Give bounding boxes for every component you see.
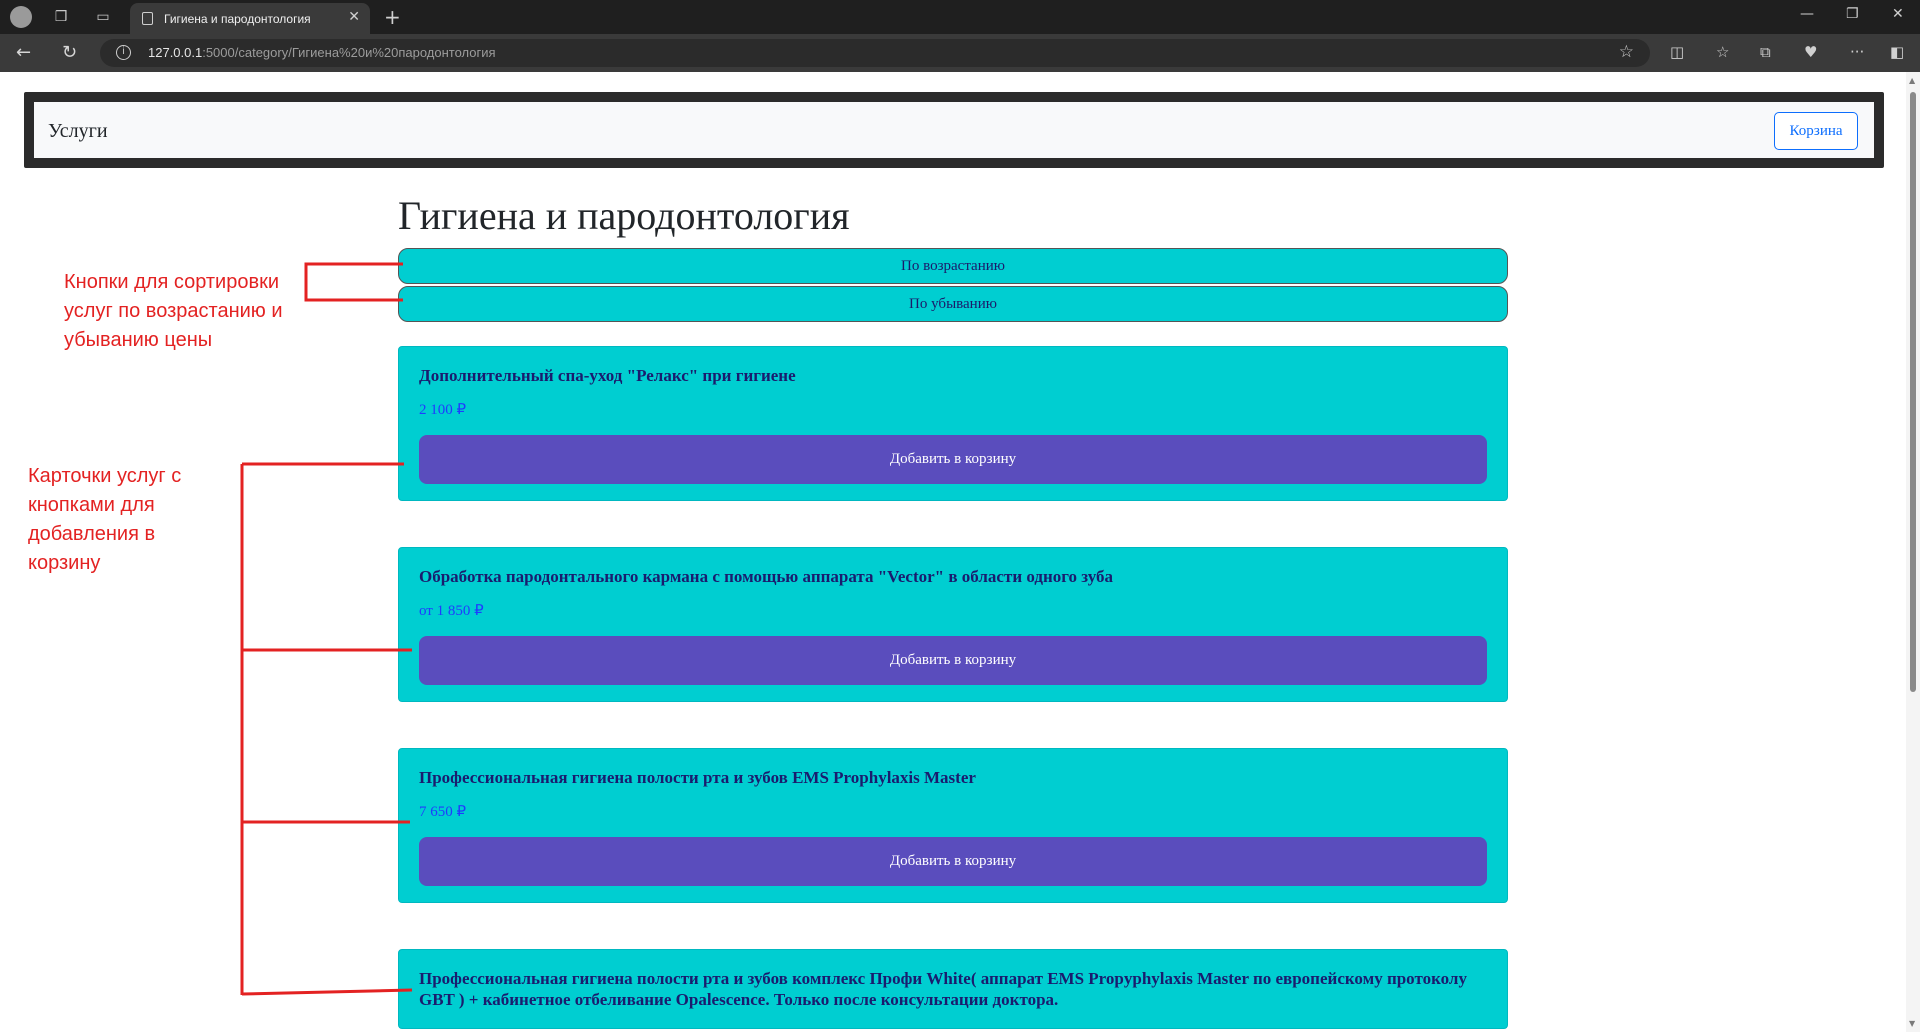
add-to-cart-button[interactable]: Добавить в корзину: [419, 636, 1487, 685]
extensions-icon[interactable]: ♥: [1804, 43, 1817, 61]
service-price: 2 100 ₽: [419, 402, 467, 418]
close-tab-icon[interactable]: ✕: [348, 9, 360, 25]
service-price: от 1 850 ₽: [419, 603, 484, 619]
main-content: Гигиена и пародонтология По возрастанию …: [398, 190, 1508, 1029]
service-name: Обработка пародонтального кармана с помо…: [419, 567, 1114, 586]
workspaces-icon[interactable]: ❒: [50, 6, 72, 28]
close-window-icon[interactable]: ✕: [1892, 6, 1904, 22]
favorites-icon[interactable]: ☆: [1716, 43, 1729, 61]
browser-tab-bar: ❒ ▭ Гигиена и пародонтология ✕ + — ❐ ✕: [0, 0, 1920, 34]
sort-descending-button[interactable]: По убыванию: [398, 286, 1508, 322]
site-navbar: Услуги Корзина: [24, 92, 1884, 168]
service-name: Профессиональная гигиена полости рта и з…: [419, 969, 1467, 1009]
service-card: Профессиональная гигиена полости рта и з…: [398, 949, 1508, 1029]
restore-icon[interactable]: ❐: [1846, 6, 1859, 22]
service-name: Профессиональная гигиена полости рта и з…: [419, 768, 976, 787]
reload-icon[interactable]: ↻: [62, 42, 77, 63]
page-title: Гигиена и пародонтология: [398, 193, 850, 238]
more-menu-icon[interactable]: ···: [1850, 43, 1864, 61]
browser-tab-active[interactable]: Гигиена и пародонтология ✕: [130, 3, 370, 34]
add-to-cart-button[interactable]: Добавить в корзину: [419, 435, 1487, 484]
minimize-icon[interactable]: —: [1800, 6, 1814, 22]
url-field[interactable]: i 127.0.0.1:5000/category/Гигиена%20и%20…: [100, 39, 1650, 67]
sidebar-icon[interactable]: ◧: [1890, 43, 1904, 61]
new-tab-icon[interactable]: +: [384, 5, 401, 29]
scrollbar[interactable]: ▲ ▼: [1906, 72, 1920, 1032]
split-screen-icon[interactable]: ◫: [1670, 43, 1684, 61]
sort-ascending-button[interactable]: По возрастанию: [398, 248, 1508, 284]
profile-icon[interactable]: [10, 6, 32, 28]
service-name: Дополнительный спа-уход "Релакс" при гиг…: [419, 366, 796, 385]
sort-annotation: Кнопки для сортировки услуг по возрастан…: [64, 271, 283, 351]
cart-button[interactable]: Корзина: [1774, 112, 1858, 150]
scrollbar-thumb[interactable]: [1910, 92, 1916, 692]
tab-title: Гигиена и пародонтология: [164, 11, 311, 26]
cards-annotation: Карточки услуг с кнопками для добавления…: [28, 465, 182, 574]
page-icon: [142, 12, 153, 25]
scroll-up-icon[interactable]: ▲: [1909, 76, 1915, 85]
collections-icon[interactable]: ⧉: [1760, 43, 1771, 61]
service-card: Дополнительный спа-уход "Релакс" при гиг…: [398, 346, 1508, 501]
scroll-down-icon[interactable]: ▼: [1909, 1019, 1915, 1028]
service-card: Обработка пародонтального кармана с помо…: [398, 547, 1508, 702]
site-info-icon[interactable]: i: [116, 45, 131, 60]
favorite-star-icon[interactable]: ☆: [1619, 42, 1634, 62]
address-bar: ← ↻ i 127.0.0.1:5000/category/Гигиена%20…: [0, 34, 1920, 72]
url-text: 127.0.0.1:5000/category/Гигиена%20и%20па…: [148, 45, 496, 60]
service-card: Профессиональная гигиена полости рта и з…: [398, 748, 1508, 903]
service-price: 7 650 ₽: [419, 804, 467, 820]
back-icon[interactable]: ←: [16, 42, 31, 63]
add-to-cart-button[interactable]: Добавить в корзину: [419, 837, 1487, 886]
tab-actions-icon[interactable]: ▭: [92, 6, 114, 28]
navbar-brand[interactable]: Услуги: [48, 120, 108, 143]
